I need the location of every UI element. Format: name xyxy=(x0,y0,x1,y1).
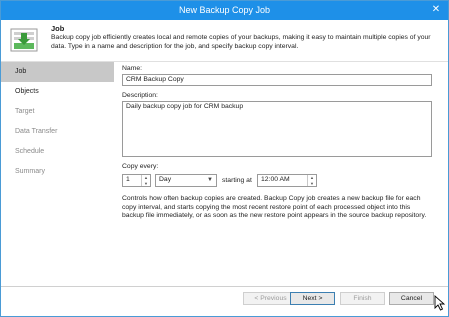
wizard-window: New Backup Copy Job ✕ Job Backup copy jo… xyxy=(0,0,449,317)
mouse-pointer-icon xyxy=(434,295,446,311)
cancel-button[interactable]: Cancel xyxy=(389,292,434,305)
time-spin-buttons[interactable]: ▲ ▼ xyxy=(307,175,316,186)
sidebar-item-label: Target xyxy=(15,108,35,115)
close-icon: ✕ xyxy=(431,4,441,15)
spin-down-icon[interactable]: ▼ xyxy=(308,181,316,187)
job-settings-panel: Name: CRM Backup Copy Description: Daily… xyxy=(114,62,448,286)
name-input[interactable]: CRM Backup Copy xyxy=(122,74,432,86)
wizard-steps-sidebar: Job Objects Target Data Transfer Schedul… xyxy=(1,62,114,286)
close-button[interactable]: ✕ xyxy=(430,4,442,16)
start-time-value: 12:00 AM xyxy=(261,176,290,183)
sidebar-item-label: Objects xyxy=(15,88,39,95)
sidebar-item-objects[interactable]: Objects xyxy=(1,82,114,102)
sidebar-item-label: Summary xyxy=(15,168,45,175)
starting-at-label: starting at xyxy=(222,177,252,184)
chevron-down-icon: ▼ xyxy=(207,177,213,183)
spin-down-icon[interactable]: ▼ xyxy=(142,181,150,187)
description-textarea[interactable]: Daily backup copy job for CRM backup xyxy=(122,101,432,157)
start-time-picker[interactable]: 12:00 AM ▲ ▼ xyxy=(257,174,317,187)
interval-stepper[interactable]: 1 ▲ ▼ xyxy=(122,174,151,187)
finish-button[interactable]: Finish xyxy=(340,292,385,305)
step-description: Backup copy job efficiently creates loca… xyxy=(51,34,431,50)
wizard-header: Job Backup copy job efficiently creates … xyxy=(1,20,448,62)
copy-every-label: Copy every: xyxy=(122,163,159,170)
name-label: Name: xyxy=(122,65,143,72)
next-button[interactable]: Next > xyxy=(290,292,335,305)
interval-unit-dropdown[interactable]: Day ▼ xyxy=(155,174,217,187)
sidebar-item-label: Job xyxy=(15,68,27,75)
interval-spin-buttons[interactable]: ▲ ▼ xyxy=(141,175,150,186)
sidebar-item-schedule[interactable]: Schedule xyxy=(1,142,114,162)
sidebar-item-label: Schedule xyxy=(15,148,45,155)
sidebar-item-summary[interactable]: Summary xyxy=(1,162,114,182)
step-title: Job xyxy=(51,24,65,33)
description-label: Description: xyxy=(122,92,158,99)
interval-value: 1 xyxy=(126,176,130,183)
copy-interval-help-text: Controls how often backup copies are cre… xyxy=(122,195,427,220)
backup-copy-job-icon xyxy=(9,25,39,55)
window-title: New Backup Copy Job xyxy=(178,5,271,15)
sidebar-item-target[interactable]: Target xyxy=(1,102,114,122)
title-bar[interactable]: New Backup Copy Job ✕ xyxy=(1,1,448,20)
sidebar-item-label: Data Transfer xyxy=(15,128,58,135)
sidebar-item-data-transfer[interactable]: Data Transfer xyxy=(1,122,114,142)
sidebar-item-job[interactable]: Job xyxy=(1,62,114,82)
interval-unit-value: Day xyxy=(159,176,172,183)
